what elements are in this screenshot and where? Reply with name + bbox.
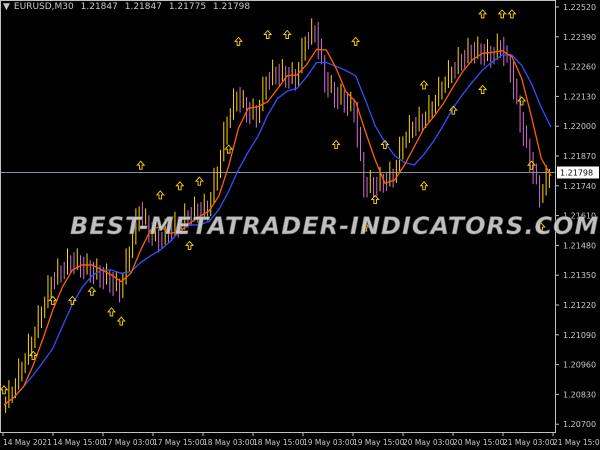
y-tick-label: 1.21740 bbox=[563, 182, 596, 191]
x-tick-label: 20 May 03:00 bbox=[403, 438, 455, 447]
up-arrow-icon bbox=[87, 286, 97, 296]
y-tick-label: 1.20700 bbox=[563, 420, 596, 429]
up-arrow-icon bbox=[478, 9, 488, 19]
x-tick-label: 17 May 03:00 bbox=[103, 438, 155, 447]
y-tick-label: 1.21870 bbox=[563, 152, 596, 161]
up-arrow-icon bbox=[106, 307, 116, 317]
up-arrow-icon bbox=[0, 385, 9, 395]
close-value: 1.21798 bbox=[212, 2, 251, 12]
up-arrow-icon bbox=[155, 190, 165, 200]
up-arrow-icon bbox=[351, 36, 361, 46]
up-arrow-icon bbox=[233, 36, 243, 46]
x-tick-label: 17 May 15:00 bbox=[153, 438, 205, 447]
up-arrow-icon bbox=[263, 29, 273, 39]
low-value: 1.21775 bbox=[168, 2, 207, 12]
open-value: 1.21847 bbox=[80, 2, 118, 12]
x-tick-label: 18 May 03:00 bbox=[203, 438, 255, 447]
up-arrow-icon bbox=[331, 139, 341, 149]
x-tick-label: 18 May 15:00 bbox=[253, 438, 305, 447]
y-tick-label: 1.22260 bbox=[563, 63, 596, 72]
y-tick-label: 1.22000 bbox=[563, 122, 596, 131]
up-arrow-icon bbox=[507, 9, 517, 19]
y-tick-label: 1.20960 bbox=[563, 361, 596, 370]
y-tick-label: 1.21090 bbox=[563, 331, 596, 340]
symbol-label: EURUSD,M30 bbox=[13, 2, 74, 12]
up-arrow-icon bbox=[185, 240, 195, 250]
up-arrow-icon bbox=[478, 84, 488, 94]
up-arrow-icon bbox=[517, 96, 527, 106]
up-arrow-icon bbox=[282, 29, 292, 39]
x-tick-label: 20 May 15:00 bbox=[453, 438, 505, 447]
up-arrow-icon bbox=[419, 181, 429, 191]
up-arrow-icon bbox=[497, 9, 507, 19]
y-tick-label: 1.20830 bbox=[563, 390, 596, 399]
y-tick-label: 1.21480 bbox=[563, 241, 596, 250]
x-tick-label: 14 May 2021 bbox=[3, 438, 52, 447]
y-tick-label: 1.22520 bbox=[563, 3, 596, 12]
up-arrow-icon bbox=[419, 80, 429, 90]
up-arrow-icon bbox=[116, 316, 126, 326]
watermark: BEST-METATRADER-INDICATORS.COM bbox=[70, 212, 600, 241]
y-tick-label: 1.21350 bbox=[563, 271, 596, 280]
x-tick-label: 19 May 03:00 bbox=[303, 438, 355, 447]
symbol-info: ▼ EURUSD,M30 1.21847 1.21847 1.21775 1.21… bbox=[3, 2, 254, 12]
dropdown-triangle-icon[interactable]: ▼ bbox=[3, 2, 10, 12]
y-tick-label: 1.22390 bbox=[563, 33, 596, 42]
up-arrow-icon bbox=[224, 144, 234, 154]
current-price-label: 1.21798 bbox=[560, 169, 593, 178]
up-arrow-icon bbox=[175, 181, 185, 191]
up-arrow-icon bbox=[526, 160, 536, 170]
up-arrow-icon bbox=[136, 160, 146, 170]
y-tick-label: 1.21220 bbox=[563, 301, 596, 310]
y-tick-label: 1.22130 bbox=[563, 92, 596, 101]
x-tick-label: 21 May 15:00 bbox=[553, 438, 600, 447]
up-arrow-icon bbox=[194, 176, 204, 186]
x-tick-label: 14 May 15:00 bbox=[53, 438, 105, 447]
high-value: 1.21847 bbox=[124, 2, 162, 12]
x-tick-label: 21 May 03:00 bbox=[503, 438, 555, 447]
x-tick-label: 19 May 15:00 bbox=[353, 438, 405, 447]
up-arrow-icon bbox=[370, 194, 380, 205]
plot-area bbox=[0, 9, 555, 413]
